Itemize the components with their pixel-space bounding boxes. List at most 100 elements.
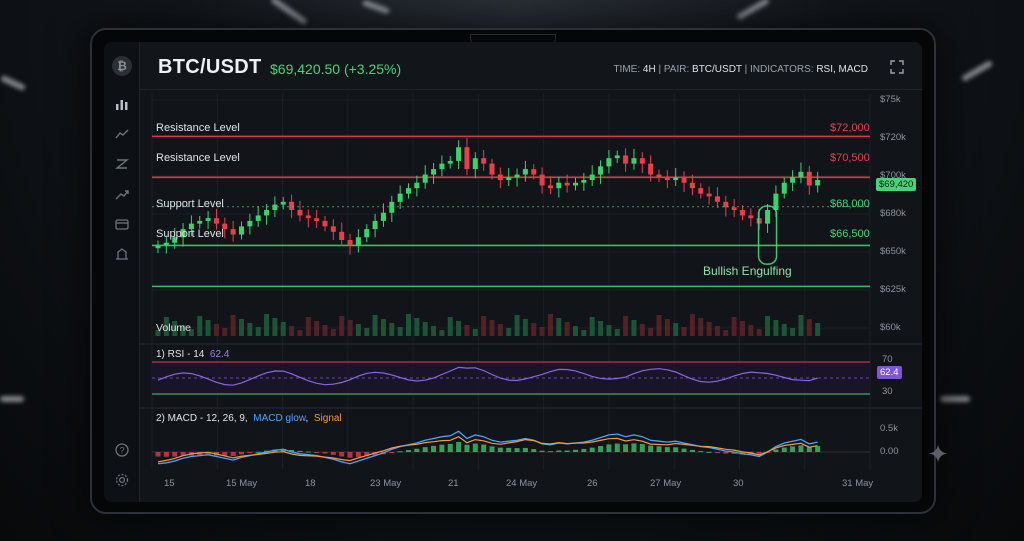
signal-label: Signal — [313, 413, 342, 424]
trend-icon[interactable] — [112, 184, 132, 204]
volume-bar — [372, 315, 378, 336]
macd-histogram-bar — [781, 447, 787, 452]
bar-chart-icon[interactable] — [112, 94, 132, 114]
volume-bar — [464, 325, 470, 336]
volume-bar — [589, 317, 595, 336]
macd-histogram-bar — [798, 445, 804, 452]
candle-body — [339, 231, 345, 240]
level-label: Support Level — [156, 198, 224, 210]
candle-body — [155, 245, 161, 249]
volume-bar — [598, 321, 604, 336]
candle-body — [623, 155, 629, 164]
macd-histogram-bar — [230, 452, 236, 457]
volume-bar — [664, 319, 670, 336]
svg-text:?: ? — [119, 446, 124, 456]
candle-body — [714, 196, 720, 202]
macd-histogram-bar — [681, 448, 687, 452]
candle-body — [547, 185, 553, 189]
chart-area[interactable]: Resistance Level Resistance Level Suppor… — [140, 90, 922, 502]
volume-bar — [456, 321, 462, 336]
bitcoin-logo[interactable]: ₿ — [112, 56, 132, 76]
candle-body — [406, 188, 411, 194]
macd-title: 2) MACD - 12, 26, 9, MACD glow, Signal — [156, 413, 342, 424]
candle-body — [464, 147, 470, 170]
wallet-icon[interactable] — [112, 214, 132, 234]
indicators-value[interactable]: RSI, MACD — [816, 64, 868, 75]
volume-bar — [681, 327, 687, 336]
candle-body — [213, 218, 219, 224]
volume-bar — [806, 319, 812, 336]
macd-histogram-bar — [439, 444, 445, 452]
volume-bar — [431, 326, 437, 336]
rsi-axis-tick: 30 — [882, 386, 893, 397]
volume-bar — [289, 326, 295, 336]
candle-body — [314, 218, 320, 221]
candle-body — [305, 215, 311, 219]
macd-histogram-bar — [689, 449, 695, 452]
candle-body — [639, 158, 645, 164]
volume-bar — [305, 317, 311, 336]
macd-histogram-bar — [339, 452, 345, 457]
volume-bar — [556, 318, 562, 336]
volume-bar — [414, 318, 420, 336]
volume-bar — [740, 321, 745, 336]
candle-body — [422, 174, 428, 183]
candle-body — [798, 171, 804, 178]
volume-bar — [522, 319, 528, 336]
candle-body — [372, 220, 378, 230]
volume-bar — [314, 321, 320, 336]
macd-histogram-bar — [355, 452, 361, 458]
pair-value[interactable]: BTC/USDT — [692, 64, 742, 75]
candle-body — [573, 182, 578, 186]
alerts-icon[interactable] — [112, 244, 132, 264]
line-chart-icon[interactable] — [112, 124, 132, 144]
chart-meta: TIME: 4H | PAIR: BTC/USDT | INDICATORS: … — [613, 64, 868, 75]
price-axis-tick: $650k — [880, 246, 906, 257]
volume-bar — [531, 323, 537, 336]
wall-light — [0, 396, 24, 402]
sidebar: ₿ ? — [104, 42, 140, 502]
macd-histogram-bar — [297, 450, 303, 452]
pair-label: | PAIR: — [658, 64, 690, 75]
macd-histogram-bar — [472, 443, 478, 452]
macd-histogram-bar — [497, 447, 503, 452]
candles-icon[interactable] — [112, 154, 132, 174]
fullscreen-icon[interactable] — [890, 60, 904, 74]
candle-body — [272, 204, 278, 210]
x-axis-tick: 30 — [733, 478, 744, 489]
macd-histogram-bar — [347, 452, 353, 458]
macd-histogram-bar — [656, 446, 662, 452]
ceiling-light — [361, 0, 391, 15]
volume-bar — [197, 316, 203, 336]
candle-body — [806, 171, 812, 186]
macd-histogram-bar — [239, 452, 244, 455]
volume-bar — [397, 327, 403, 336]
volume-bar — [322, 325, 328, 336]
volume-bar — [815, 323, 821, 336]
price-change: $69,420.50 (+3.25%) — [270, 61, 402, 77]
candle-body — [648, 163, 654, 175]
candle-body — [472, 158, 478, 170]
volume-bar — [472, 329, 478, 336]
rsi-value: 62.4 — [209, 349, 230, 360]
pair-title[interactable]: BTC/USDT — [158, 56, 262, 79]
candle-body — [289, 201, 295, 210]
volume-bar — [573, 326, 578, 336]
help-icon[interactable]: ? — [112, 440, 132, 460]
volume-bar — [222, 328, 228, 336]
candle-body — [389, 201, 395, 213]
level-label: Support Level — [156, 228, 224, 240]
candle-body — [364, 229, 370, 238]
volume-bar — [731, 317, 737, 336]
candle-body — [698, 188, 704, 194]
volume-bar — [790, 328, 796, 336]
candle-body — [264, 210, 270, 216]
price-chart[interactable] — [140, 90, 922, 502]
candle-body — [205, 218, 211, 221]
candle-body — [748, 215, 754, 219]
timeframe-value[interactable]: 4H — [643, 64, 656, 75]
macd-histogram-bar — [163, 452, 169, 457]
settings-icon[interactable] — [112, 470, 132, 490]
x-axis-tick: 15 — [164, 478, 175, 489]
macd-line — [157, 430, 818, 465]
